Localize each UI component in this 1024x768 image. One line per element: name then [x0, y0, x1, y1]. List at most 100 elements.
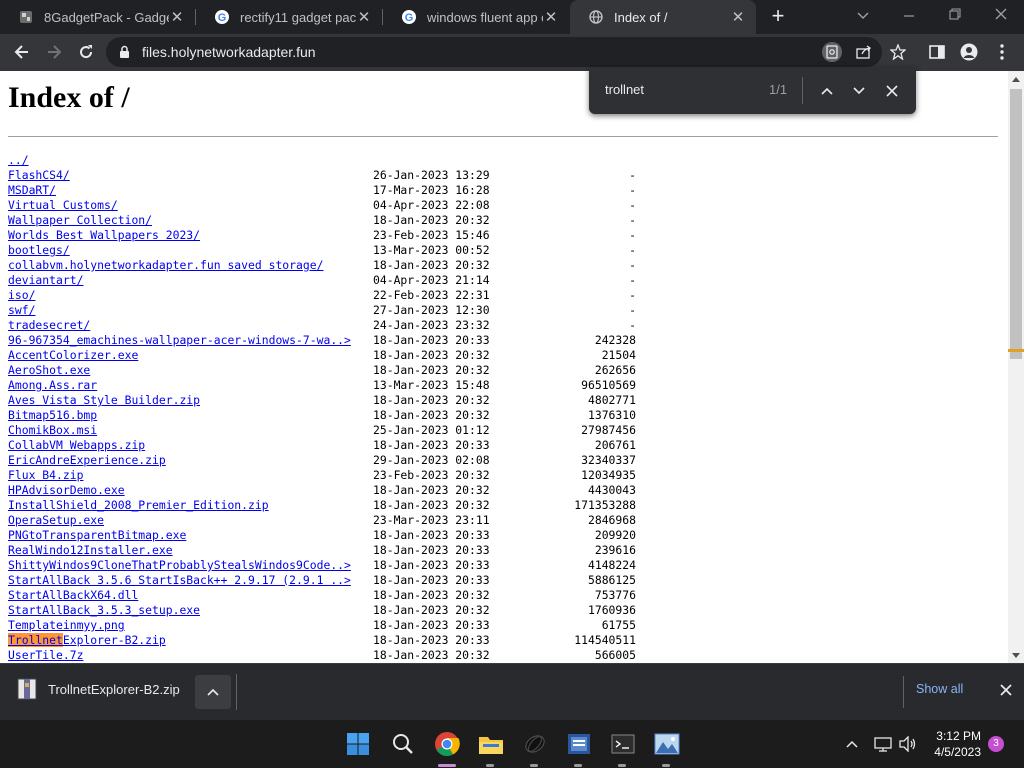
file-link[interactable]: EricAndreExperience.zip: [8, 453, 166, 468]
reload-button[interactable]: [72, 38, 100, 66]
close-window-button[interactable]: [986, 4, 1016, 28]
file-link[interactable]: Among.Ass.rar: [8, 378, 97, 393]
file-link[interactable]: ../: [8, 153, 29, 168]
restore-button[interactable]: [940, 4, 970, 28]
file-link[interactable]: FlashCS4/: [8, 168, 70, 183]
close-tab-icon[interactable]: ✕: [543, 8, 559, 26]
file-link[interactable]: MSDaRT/: [8, 183, 56, 198]
file-link[interactable]: UserTile.7z: [8, 648, 83, 663]
network-icon[interactable]: [873, 734, 893, 754]
file-link[interactable]: Wallpaper Collection/: [8, 213, 152, 228]
side-panel-icon[interactable]: [923, 38, 951, 66]
file-link[interactable]: OperaSetup.exe: [8, 513, 104, 528]
file-size: 4802771: [587, 393, 636, 407]
file-link[interactable]: Flux B4.zip: [8, 468, 83, 483]
file-link[interactable]: StartAllBack_3.5.3_setup.exe: [8, 603, 200, 618]
address-bar[interactable]: files.holynetworkadapter.fun: [106, 37, 882, 67]
file-date: 22-Feb-2023 22:31: [373, 288, 490, 302]
file-date: 04-Apr-2023 22:08: [373, 198, 490, 212]
back-button[interactable]: [8, 38, 36, 66]
volume-icon[interactable]: [898, 734, 918, 754]
tab-search-icon[interactable]: [848, 4, 878, 28]
file-link[interactable]: InstallShield_2008_Premier_Edition.zip: [8, 498, 269, 513]
file-date: 25-Jan-2023 01:12: [373, 423, 490, 437]
close-tab-icon[interactable]: ✕: [169, 8, 185, 26]
tab-index-of[interactable]: Index of / ✕: [570, 0, 756, 34]
find-close-icon[interactable]: [881, 80, 903, 102]
new-tab-button[interactable]: +: [766, 4, 790, 28]
scroll-down-arrow-icon[interactable]: [1012, 653, 1020, 658]
globe-icon: [588, 9, 604, 25]
lock-icon[interactable]: [119, 45, 130, 64]
tab-windows-fluent[interactable]: G windows fluent app cre ✕: [383, 0, 569, 34]
file-link[interactable]: deviantart/: [8, 273, 83, 288]
tab-rectify11[interactable]: G rectify11 gadget pack - ✕: [196, 0, 382, 34]
show-hidden-icons-chevron-icon[interactable]: [842, 734, 862, 754]
file-link[interactable]: PNGtoTransparentBitmap.exe: [8, 528, 186, 543]
download-item[interactable]: TrollnetExplorer-B2.zip: [16, 677, 180, 701]
file-link[interactable]: Bitmap516.bmp: [8, 408, 97, 423]
tab-8gadgetpack[interactable]: 8GadgetPack - Gadgets ✕: [0, 0, 195, 34]
bookmark-star-icon[interactable]: [884, 38, 912, 66]
file-size: 1760936: [587, 603, 636, 617]
file-link[interactable]: Worlds Best Wallpapers 2023/: [8, 228, 200, 243]
file-link[interactable]: AccentColorizer.exe: [8, 348, 138, 363]
scroll-up-arrow-icon[interactable]: [1012, 77, 1020, 82]
find-match-count: 1/1: [769, 82, 788, 97]
find-previous-icon[interactable]: [816, 80, 838, 102]
file-link[interactable]: Aves Vista Style Builder.zip: [8, 393, 200, 408]
file-link[interactable]: TrollnetExplorer-B2.zip: [8, 633, 166, 648]
close-tab-icon[interactable]: ✕: [356, 8, 372, 26]
file-link[interactable]: ShittyWindos9CloneThatProbablyStealsWind…: [8, 558, 351, 573]
listing-row: AccentColorizer.exe 18-Jan-2023 20:32 2150…: [8, 348, 648, 363]
word-icon[interactable]: [565, 730, 593, 758]
close-download-shelf-icon[interactable]: [996, 680, 1016, 700]
app-icon[interactable]: [521, 730, 549, 758]
file-link[interactable]: StartAllBack 3.5.6 StartIsBack++ 2.9.17 …: [8, 573, 351, 588]
gadgetpack-icon: [18, 9, 34, 25]
close-tab-icon[interactable]: ✕: [730, 8, 746, 26]
file-explorer-icon[interactable]: [477, 730, 505, 758]
file-link[interactable]: AeroShot.exe: [8, 363, 90, 378]
file-date: 18-Jan-2023 20:32: [373, 603, 490, 617]
file-link[interactable]: bootlegs/: [8, 243, 70, 258]
file-link[interactable]: 96-967354_emachines-wallpaper-acer-windo…: [8, 333, 351, 348]
listing-row: deviantart/04-Apr-2023 21:14 -: [8, 273, 648, 288]
photos-icon[interactable]: [653, 730, 681, 758]
scrollbar-thumb[interactable]: [1010, 89, 1022, 359]
file-link[interactable]: iso/: [8, 288, 35, 303]
file-link[interactable]: CollabVM Webapps.zip: [8, 438, 145, 453]
menu-kebab-icon[interactable]: [988, 38, 1016, 66]
notification-badge[interactable]: 3: [988, 736, 1004, 752]
page-scrollbar[interactable]: [1008, 71, 1024, 663]
file-size: 27987456: [581, 423, 636, 437]
start-icon[interactable]: [344, 730, 372, 758]
terminal-icon[interactable]: [609, 730, 637, 758]
app-indicator: [618, 764, 626, 767]
file-link[interactable]: collabvm.holynetworkadapter.fun saved st…: [8, 258, 323, 273]
file-link[interactable]: Templateinmyy.png: [8, 618, 125, 633]
file-size: -: [629, 273, 636, 287]
file-link[interactable]: Virtual Customs/: [8, 198, 118, 213]
file-link[interactable]: RealWindo12Installer.exe: [8, 543, 173, 558]
file-link[interactable]: HPAdvisorDemo.exe: [8, 483, 125, 498]
file-link[interactable]: StartAllBackX64.dll: [8, 588, 138, 603]
minimize-button[interactable]: [894, 4, 924, 28]
taskbar-clock[interactable]: 3:12 PM 4/5/2023: [929, 728, 981, 760]
file-date: 27-Jan-2023 12:30: [373, 303, 490, 317]
find-next-icon[interactable]: [848, 80, 870, 102]
show-all-button[interactable]: Show all: [916, 682, 963, 696]
download-options-chevron-icon[interactable]: [195, 675, 231, 709]
chrome-icon[interactable]: [433, 730, 461, 758]
find-input[interactable]: trollnet: [605, 82, 644, 97]
find-in-page-icon[interactable]: [822, 42, 842, 62]
listing-row: ChomikBox.msi 25-Jan-2023 01:12 27987456: [8, 423, 648, 438]
search-icon[interactable]: [389, 730, 417, 758]
file-size: 1376310: [587, 408, 636, 422]
file-link[interactable]: ChomikBox.msi: [8, 423, 97, 438]
profile-avatar-icon[interactable]: [955, 38, 983, 66]
file-link[interactable]: tradesecret/: [8, 318, 90, 333]
file-link[interactable]: swf/: [8, 303, 35, 318]
share-icon[interactable]: [854, 42, 874, 62]
forward-button[interactable]: [40, 38, 68, 66]
